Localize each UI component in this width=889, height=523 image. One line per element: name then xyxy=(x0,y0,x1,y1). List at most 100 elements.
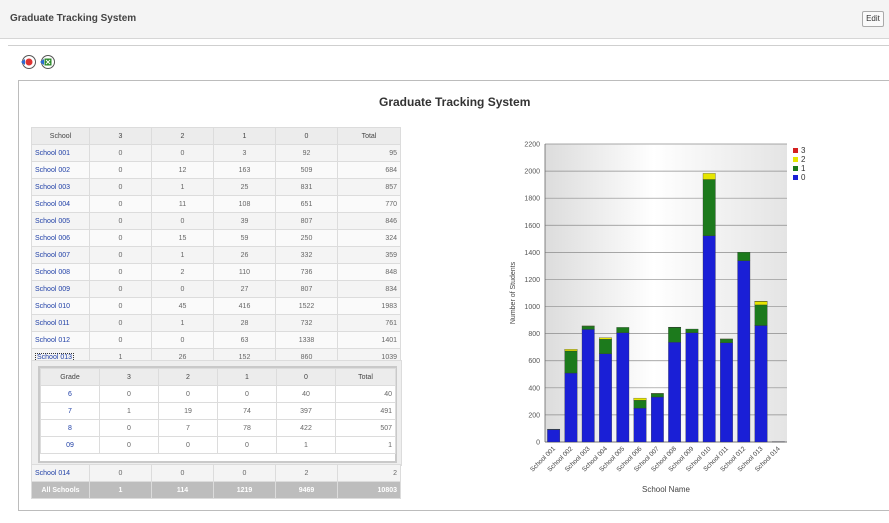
cell-1: 25 xyxy=(213,178,276,196)
school-link[interactable]: School 011 xyxy=(31,314,90,332)
cell-3: 0 xyxy=(89,161,152,179)
cell-total: 1401 xyxy=(337,331,401,349)
cell-2: 0 xyxy=(151,331,214,349)
school-link[interactable]: School 002 xyxy=(31,161,90,179)
cell-2: 0 xyxy=(151,212,214,230)
cell-1: 110 xyxy=(213,263,276,281)
cell-2: 7 xyxy=(158,419,218,437)
bar-segment xyxy=(616,332,630,443)
report-title: Graduate Tracking System xyxy=(379,95,531,109)
cell-2: 45 xyxy=(151,297,214,315)
cell-0: 422 xyxy=(276,419,336,437)
column-header-0[interactable]: 0 xyxy=(275,127,338,145)
school-link[interactable]: School 001 xyxy=(31,144,90,162)
y-tick-label: 2000 xyxy=(524,169,540,176)
table-row: School 014 0 0 0 2 2 xyxy=(31,464,401,482)
cell-total: 507 xyxy=(335,419,396,437)
column-header-3[interactable]: 3 xyxy=(89,127,152,145)
cell-2: 12 xyxy=(151,161,214,179)
export-excel-icon[interactable] xyxy=(39,54,55,70)
school-link[interactable]: School 012 xyxy=(31,331,90,349)
school-link[interactable]: School 014 xyxy=(31,464,90,482)
cell-1: 28 xyxy=(213,314,276,332)
cell-1: 0 xyxy=(213,464,276,482)
cell-total: 1 xyxy=(335,436,396,454)
school-link[interactable]: School 005 xyxy=(31,212,90,230)
cell-1: 0 xyxy=(217,436,277,454)
grade-link[interactable]: 7 xyxy=(40,402,100,420)
grade-row: 09 0 0 0 1 1 xyxy=(40,436,396,454)
legend-label: 0 xyxy=(801,173,806,182)
grade-link[interactable]: 09 xyxy=(40,436,100,454)
table-row: School 004 0 11 108 651 770 xyxy=(31,195,401,213)
column-header-total[interactable]: Total xyxy=(337,127,401,145)
cell-1: 78 xyxy=(217,419,277,437)
edit-button[interactable]: Edit xyxy=(862,11,884,27)
table-row: School 009 0 0 27 807 834 xyxy=(31,280,401,298)
grade-table: Grade 3 2 1 0 Total 6 0 0 0 40 40 7 1 19 74 397 491… xyxy=(40,368,396,454)
school-link[interactable]: School 010 xyxy=(31,297,90,315)
grade-header-total[interactable]: Total xyxy=(335,368,396,386)
legend-swatch xyxy=(793,157,798,162)
cell-1: 59 xyxy=(213,229,276,247)
cell-2: 1 xyxy=(151,246,214,264)
all-schools-label: All Schools xyxy=(31,481,90,499)
cell-2: 114 xyxy=(151,481,214,499)
school-link[interactable]: School 006 xyxy=(31,229,90,247)
cell-1: 63 xyxy=(213,331,276,349)
column-header-2[interactable]: 2 xyxy=(151,127,214,145)
cell-0: 40 xyxy=(276,385,336,403)
grade-header-0[interactable]: 0 xyxy=(276,368,336,386)
all-schools-row: All Schools 1 114 1219 9469 10803 xyxy=(31,481,401,499)
grade-link[interactable]: 6 xyxy=(40,385,100,403)
school-link[interactable]: School 003 xyxy=(31,178,90,196)
school-link-label: School 008 xyxy=(35,268,71,276)
grade-header-2[interactable]: 2 xyxy=(158,368,218,386)
school-link[interactable]: School 009 xyxy=(31,280,90,298)
cell-3: 0 xyxy=(89,246,152,264)
cell-1: 3 xyxy=(213,144,276,162)
cell-0: 397 xyxy=(276,402,336,420)
header-bar: Graduate Tracking System Edit xyxy=(0,0,889,39)
y-tick-label: 1200 xyxy=(524,277,540,284)
grade-header-1[interactable]: 1 xyxy=(217,368,277,386)
cell-2: 0 xyxy=(158,436,218,454)
cell-total: 324 xyxy=(337,229,401,247)
table-row: School 003 0 1 25 831 857 xyxy=(31,178,401,196)
grade-header-grade[interactable]: Grade xyxy=(40,368,100,386)
table-row: School 012 0 0 63 1338 1401 xyxy=(31,331,401,349)
y-tick-label: 1400 xyxy=(524,250,540,257)
cell-0: 651 xyxy=(275,195,338,213)
bar-segment xyxy=(650,393,664,398)
column-header-school[interactable]: School xyxy=(31,127,90,145)
cell-2: 2 xyxy=(151,263,214,281)
export-pdf-icon[interactable] xyxy=(20,54,36,70)
grade-link[interactable]: 8 xyxy=(40,419,100,437)
school-link[interactable]: School 004 xyxy=(31,195,90,213)
school-link-label: School 001 xyxy=(35,149,71,157)
cell-2: 0 xyxy=(158,385,218,403)
cell-1: 108 xyxy=(213,195,276,213)
cell-total: 761 xyxy=(337,314,401,332)
school-link-label: School 012 xyxy=(35,336,71,344)
cell-total: 2 xyxy=(337,464,401,482)
cell-0: 1338 xyxy=(275,331,338,349)
table-row: School 002 0 12 163 509 684 xyxy=(31,161,401,179)
cell-0: 9469 xyxy=(275,481,338,499)
bar-segment xyxy=(754,304,768,326)
y-tick-label: 1600 xyxy=(524,223,540,230)
column-header-1[interactable]: 1 xyxy=(213,127,276,145)
school-link[interactable]: School 007 xyxy=(31,246,90,264)
bar-segment xyxy=(650,396,664,443)
bar-segment xyxy=(599,337,612,340)
bar-segment xyxy=(754,325,768,443)
school-link[interactable]: School 008 xyxy=(31,263,90,281)
y-tick-label: 600 xyxy=(528,358,540,365)
totals-table: School 014 0 0 0 2 2 All Schools 1 114 1… xyxy=(31,464,401,499)
cell-total: 10803 xyxy=(337,481,401,499)
cell-3: 0 xyxy=(99,385,159,403)
school-link-label: School 005 xyxy=(35,217,71,225)
grade-header-3[interactable]: 3 xyxy=(99,368,159,386)
cell-0: 332 xyxy=(275,246,338,264)
cell-2: 1 xyxy=(151,314,214,332)
